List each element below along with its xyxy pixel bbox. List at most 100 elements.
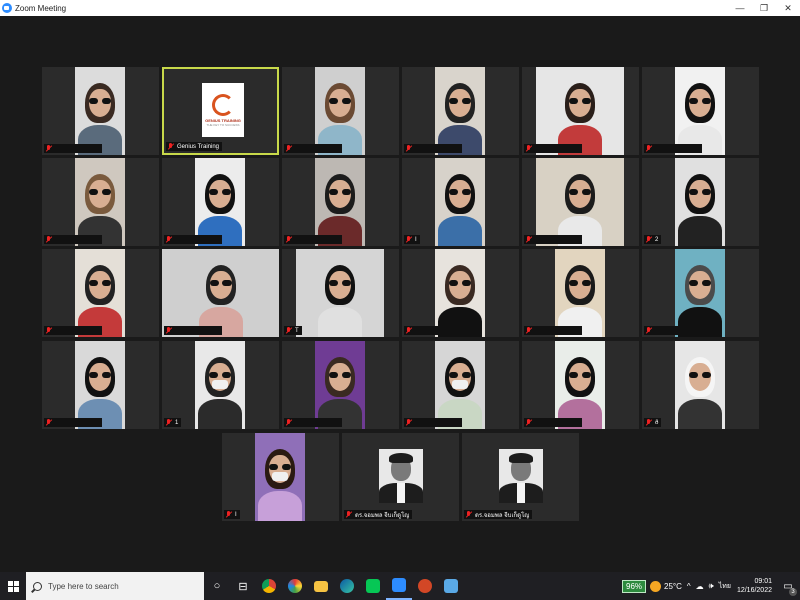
notepad-icon [444,579,458,593]
taskbar-clock[interactable]: 09:01 12/16/2022 [737,577,772,595]
task-view-button[interactable]: ○ [204,572,230,600]
notification-center-button[interactable]: ▭ 3 [780,576,797,596]
participant-video [162,249,279,337]
participant-tile[interactable] [162,158,279,246]
close-button[interactable]: ✕ [776,0,800,16]
sunglasses [329,98,351,104]
participant-nameplate: Genius Training [166,142,223,151]
clock-time: 09:01 [754,578,772,585]
zoom-taskbar-button[interactable] [386,572,412,600]
participant-nameplate [164,235,222,244]
participant-tile[interactable] [42,67,159,155]
logo-subtitle: THE KEY TO SUCCESS [206,122,240,127]
participant-nameplate [644,326,702,335]
battery-indicator[interactable]: 96% [622,579,647,593]
participant-tile[interactable] [642,249,759,337]
notepad-taskbar-button[interactable] [438,572,464,600]
participant-video [75,249,125,337]
muted-microphone-icon [286,145,292,152]
participant-name: T [295,327,299,334]
muted-microphone-icon [168,143,174,150]
widgets-button[interactable]: ⊟ [230,572,256,600]
onedrive-icon[interactable]: ☁ [696,582,704,591]
input-language-indicator[interactable]: ไทย [719,581,731,592]
participant-video [675,249,725,337]
taskbar-search-input[interactable]: Type here to search [26,572,204,600]
participant-tile[interactable] [402,67,519,155]
sunglasses [89,98,111,104]
participant-video [555,341,605,429]
participant-video [315,158,365,246]
system-tray: 96% 25°C ^ ☁ 🕪 ไทย 09:01 12/16/2022 ▭ 3 [622,572,800,600]
participant-tile[interactable]: 1 [162,341,279,429]
participant-tile[interactable] [522,249,639,337]
edge-taskbar-button[interactable] [334,572,360,600]
participant-video [75,158,125,246]
participant-nameplate [44,235,102,244]
participant-nameplate: 2 [644,235,662,244]
participant-video [195,158,245,246]
sunglasses [89,372,111,378]
participant-tile[interactable]: I [402,158,519,246]
window-title: Zoom Meeting [15,3,67,13]
participant-name: ดร.จอมพล จีบเก็ดูโญ [355,512,410,519]
muted-microphone-icon [286,419,292,426]
participant-tile[interactable] [162,249,279,337]
participant-video [75,67,125,155]
participant-tile[interactable] [282,341,399,429]
weather-sun-icon[interactable] [650,580,662,592]
participant-tile[interactable] [522,67,639,155]
participant-nameplate [404,326,462,335]
minimize-button[interactable]: — [728,0,752,16]
start-button[interactable] [0,572,26,600]
participant-tile[interactable]: GENIUS TRAINING THE KEY TO SUCCESS Genius … [162,67,279,155]
participant-tile[interactable] [282,158,399,246]
participant-nameplate: 1 [164,418,182,427]
maximize-button[interactable]: ❐ [752,0,776,16]
participant-tile[interactable]: I [222,433,339,521]
temperature-label[interactable]: 25°C [664,582,682,591]
sunglasses [689,280,711,286]
sunglasses [569,280,591,286]
sunglasses [689,189,711,195]
color-app-taskbar-button[interactable] [282,572,308,600]
participant-tile[interactable] [282,67,399,155]
participant-tile[interactable]: 2 [642,158,759,246]
participant-name: ð [655,419,659,426]
sunglasses [329,280,351,286]
participant-tile[interactable] [642,67,759,155]
muted-microphone-icon [646,145,652,152]
participant-tile[interactable] [42,249,159,337]
participant-video [675,67,725,155]
sunglasses [689,98,711,104]
chrome-taskbar-button[interactable] [256,572,282,600]
powerpoint-icon [418,579,432,593]
muted-microphone-icon [46,236,52,243]
participant-tile[interactable]: T [282,249,399,337]
sunglasses [209,189,231,195]
clock-date: 12/16/2022 [736,587,772,594]
participant-tile[interactable] [402,249,519,337]
participant-tile[interactable] [522,158,639,246]
show-hidden-icons-chevron-icon[interactable]: ^ [687,582,691,591]
volume-icon[interactable]: 🕪 [709,581,714,591]
logo-swirl-icon [212,93,234,116]
task-view-icon: ○ [213,580,221,592]
powerpoint-taskbar-button[interactable] [412,572,438,600]
muted-microphone-icon [646,236,652,243]
participant-nameplate [284,235,342,244]
participant-tile[interactable]: ดร.จอมพล จีบเก็ดูโญ [462,433,579,521]
participant-tile[interactable]: ð [642,341,759,429]
muted-microphone-icon [226,511,232,518]
participant-tile[interactable]: ดร.จอมพล จีบเก็ดูโญ [342,433,459,521]
participant-nameplate [44,418,102,427]
participant-video [315,67,365,155]
muted-microphone-icon [406,419,412,426]
participant-tile[interactable] [402,341,519,429]
file-explorer-taskbar-button[interactable] [308,572,334,600]
participant-tile[interactable] [42,158,159,246]
participant-tile[interactable] [522,341,639,429]
participant-tile[interactable] [42,341,159,429]
muted-microphone-icon [46,327,52,334]
line-taskbar-button[interactable] [360,572,386,600]
